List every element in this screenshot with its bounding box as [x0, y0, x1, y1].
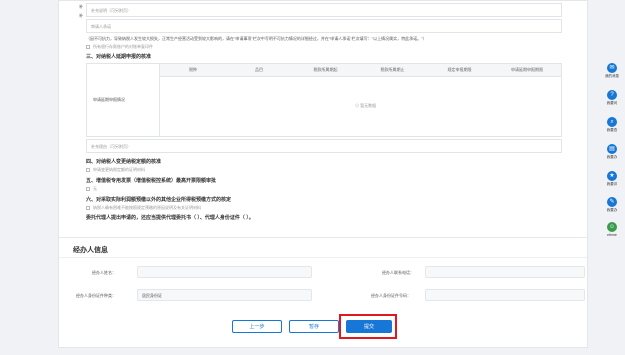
agent-name-label: 经办人姓名： — [92, 270, 116, 275]
sidebar-item-label: 我要办 — [606, 208, 618, 212]
checkbox[interactable] — [86, 44, 90, 49]
empty-icon: ⊙ — [355, 103, 359, 108]
prev-step-button[interactable]: 上一步 — [232, 320, 282, 333]
supplement-reason-box[interactable]: 补充理由（可另附页） — [86, 139, 562, 153]
notice-text: （因不可抗力，导致纳税人发生较大损失，正常生产经营活动受到较大影响的，请在"申请… — [86, 36, 427, 41]
checkbox-row-6[interactable]: 纳税人确有困难不能按照规定预缴的原因说明及有关证明材料 — [86, 205, 201, 211]
row-label: 申请延期申报情况 — [93, 97, 125, 102]
column-header: 品目 — [255, 67, 263, 72]
checkbox-row-4[interactable]: 申请变更纳税定额的证明材料 — [86, 167, 145, 173]
sidebar-item-handle[interactable]: ▤ 我要办 — [600, 144, 624, 160]
checkbox-label: 所有银行存款账户的对账单复印件 — [93, 44, 153, 49]
sidebar-item-label: 我的消息 — [605, 74, 619, 78]
trust-text: 委托代理人提出申请的，还应当提供代理委托书（ ）、代理人身份证件（ ）。 — [86, 215, 254, 221]
sidebar-item-ask[interactable]: ? 我要问 — [600, 90, 624, 106]
table-header: 税种 品目 税款所属期起 税款所属期止 规定申报期限 申请延期申报期限 — [160, 64, 561, 77]
agent-name-input[interactable] — [137, 266, 312, 278]
column-header: 规定申报期限 — [447, 67, 472, 72]
supplement-reason-label: 补充理由（可另附页） — [91, 144, 131, 149]
sidebar-item-assistant[interactable]: ☺ ethme — [600, 222, 624, 237]
checkbox[interactable] — [86, 205, 90, 210]
save-draft-button[interactable]: 暂存 — [289, 320, 339, 333]
sidebar-item-label: 我要查 — [606, 128, 618, 132]
sidebar-item-label: 我要评 — [606, 182, 618, 186]
column-header: 税款所属期止 — [380, 67, 405, 72]
supplement-top-box[interactable]: 补充说明（可另附页） — [86, 3, 562, 17]
section-3-title: 三、对纳税人延期申报的核准 — [86, 54, 152, 60]
submit-button[interactable]: 提交 — [346, 320, 392, 333]
column-header: 税种 — [189, 67, 197, 72]
rate-icon: ★ — [607, 171, 617, 181]
column-header: 申请延期申报期限 — [511, 67, 543, 72]
checkbox-row-1[interactable]: 所有银行存款账户的对账单复印件 — [86, 44, 153, 50]
task-icon: ▤ — [607, 144, 617, 154]
sidebar-item-label: ethme — [607, 233, 617, 237]
column-header: 税款所属期起 — [313, 67, 338, 72]
section-5-title: 五、增值税专用发票（增值税税控系统）最高开票限额审批 — [86, 178, 217, 184]
agent-phone-label: 经办人联系电话： — [382, 270, 414, 275]
agent-id-no-input[interactable] — [425, 289, 585, 301]
checkbox[interactable] — [86, 167, 90, 172]
edit-icon: ✎ — [607, 197, 617, 207]
agent-phone-input[interactable] — [425, 266, 585, 278]
agent-id-type-value: 居民身份证 — [142, 293, 162, 298]
agent-id-type-select[interactable]: 居民身份证 — [137, 289, 312, 301]
sidebar-item-rate[interactable]: ★ 我要评 — [600, 171, 624, 187]
message-icon: ✉ — [607, 63, 617, 73]
sidebar-item-do[interactable]: ✎ 我要办 — [600, 197, 624, 213]
agent-id-no-label: 经办人身份证件号码： — [371, 293, 411, 298]
question-icon: ? — [607, 90, 617, 100]
robot-icon: ☺ — [607, 222, 617, 232]
section-4-title: 四、对纳税人变更纳税定额的核准 — [86, 159, 162, 165]
checkbox-label: 无 — [93, 186, 97, 191]
sidebar-item-messages[interactable]: ✉ 我的消息 — [600, 63, 624, 79]
divider — [59, 257, 587, 258]
top-fragment-label-2: 补 — [79, 13, 83, 18]
supplement-top-label: 补充说明（可另附页） — [91, 8, 131, 13]
sidebar-item-label: 我要办 — [606, 155, 618, 159]
search-icon: ⌕ — [607, 117, 617, 127]
divider — [59, 237, 587, 238]
sidebar-item-label: 我要问 — [606, 101, 618, 105]
empty-text: 暂无数据 — [360, 103, 377, 108]
row-label-cell: 申请延期申报情况 — [87, 64, 160, 136]
agent-section-title: 经办人信息 — [73, 247, 108, 254]
section-6-title: 六、对采取实际利润额预缴以外的其他企业所得税预缴方式的核定 — [86, 197, 232, 203]
checkbox[interactable] — [86, 186, 90, 191]
agent-id-type-label: 经办人身份证件种类： — [76, 293, 116, 298]
checkbox-label: 申请变更纳税定额的证明材料 — [93, 167, 145, 172]
commitment-box[interactable]: 审请人承诺 — [86, 19, 562, 33]
extension-table: 申请延期申报情况 税种 品目 税款所属期起 税款所属期止 规定申报期限 申请延期… — [86, 63, 562, 137]
top-fragment-label: 补 — [79, 4, 83, 9]
checkbox-label: 纳税人确有困难不能按照规定预缴的原因说明及有关证明材料 — [93, 205, 201, 210]
form-frame: 补 补 补充说明（可另附页） 审请人承诺 （因不可抗力，导致纳税人发生较大损失，… — [58, 0, 588, 348]
sidebar-item-query[interactable]: ⌕ 我要查 — [600, 117, 624, 133]
checkbox-row-5[interactable]: 无 — [86, 186, 97, 192]
commitment-label: 审请人承诺 — [91, 24, 111, 29]
empty-data: ⊙ 暂无数据 — [355, 103, 376, 109]
